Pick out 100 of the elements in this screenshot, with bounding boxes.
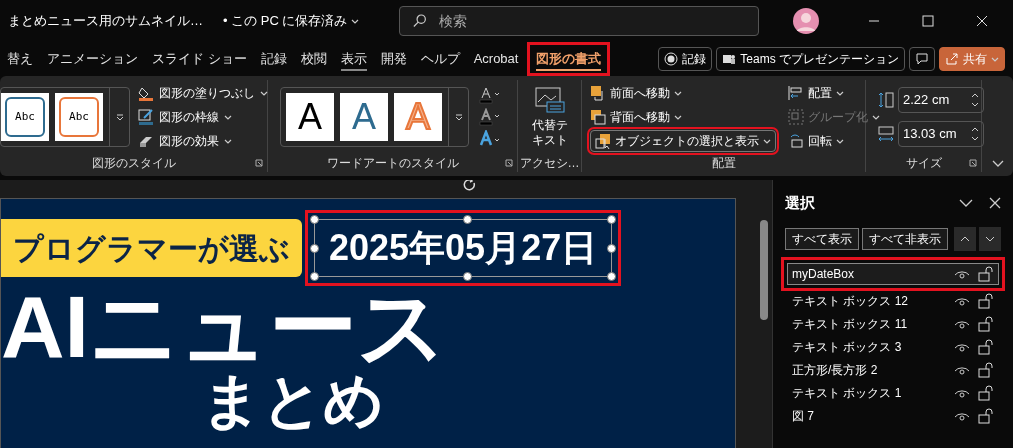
pane-button[interactable]: すべて表示 (785, 227, 859, 250)
selection-item[interactable]: テキスト ボックス 11 (787, 312, 999, 335)
caret-icon (351, 17, 360, 25)
chevron-down-icon[interactable] (959, 198, 973, 209)
arrange-command[interactable]: 背面へ移動 (590, 106, 682, 128)
resize-handle[interactable] (607, 244, 617, 253)
caret-icon (991, 55, 999, 63)
dialog-launcher-icon[interactable] (505, 159, 513, 167)
width-icon (878, 126, 894, 142)
ribbon-tab[interactable]: Acrobat (466, 44, 526, 74)
avatar-icon[interactable] (793, 8, 819, 34)
text-outline-icon[interactable] (477, 108, 501, 126)
arrange-command[interactable]: 前面へ移動 (590, 82, 682, 104)
search-field[interactable]: 検索 (399, 6, 760, 36)
caret-icon (224, 137, 232, 145)
selection-pane-icon (595, 133, 611, 149)
arrange-command[interactable]: 配置 (788, 82, 844, 104)
wordart-swatch[interactable]: A (286, 93, 334, 141)
pane-title: 選択 (785, 193, 816, 213)
selection-item[interactable]: 図 7 (787, 404, 999, 427)
ribbon-tab[interactable]: 記録 (253, 44, 294, 74)
save-status[interactable]: • この PC に保存済み (223, 11, 360, 31)
group-label: 配置 (711, 155, 736, 172)
resize-handle[interactable] (463, 215, 473, 224)
comment-button[interactable] (909, 47, 935, 71)
unlocked-padlock-icon[interactable] (978, 361, 994, 378)
unlocked-padlock-icon[interactable] (978, 292, 994, 309)
collapse-ribbon-icon[interactable] (991, 160, 1004, 168)
ribbon-tab[interactable]: 図形の書式 (529, 44, 609, 74)
text-effects-icon[interactable] (477, 130, 501, 148)
resize-handle[interactable] (463, 272, 473, 281)
arrange-command[interactable]: オブジェクトの選択と表示 (590, 130, 776, 152)
wordart-swatch[interactable]: A (340, 93, 388, 141)
height-icon (878, 92, 894, 108)
pencil-icon (138, 109, 154, 125)
alt-text-icon (534, 86, 565, 114)
resize-handle[interactable] (607, 215, 617, 224)
style-swatch[interactable]: Abc (55, 93, 103, 141)
caret-icon (260, 89, 268, 97)
alt-text-button[interactable]: 代替テキスト (522, 86, 577, 148)
resize-handle[interactable] (310, 244, 319, 253)
caret-icon (224, 113, 232, 121)
tagline: プログラマーが選ぶ (1, 219, 302, 277)
chevron-up-icon (960, 235, 970, 242)
teams-button[interactable]: Teams でプレゼンテーション (716, 47, 905, 71)
caret-icon (836, 89, 844, 97)
rotate-handle-icon[interactable] (463, 180, 478, 192)
unlocked-padlock-icon[interactable] (978, 384, 994, 401)
shape-command[interactable]: 図形の塗りつぶし (138, 84, 268, 102)
share-icon (945, 52, 959, 66)
ribbon-tab[interactable]: 校閲 (293, 44, 334, 74)
text-fill-icon[interactable] (477, 86, 501, 104)
selection-item[interactable]: テキスト ボックス 12 (787, 289, 999, 312)
ribbon-tab[interactable]: スライド ショー (145, 44, 254, 74)
group-icon (788, 109, 804, 125)
width-field[interactable]: 13.03 cm (898, 121, 984, 147)
dialog-launcher-icon[interactable] (255, 159, 263, 167)
ribbon-tab[interactable]: アニメーション (40, 44, 145, 74)
share-button[interactable]: 共有 (939, 47, 1005, 71)
caret-icon (674, 89, 682, 97)
paint-bucket-icon (138, 85, 154, 101)
arrange-command[interactable]: 回転 (788, 130, 844, 152)
unlocked-padlock-icon[interactable] (978, 338, 994, 355)
send-backward-icon (590, 109, 606, 125)
unlocked-padlock-icon[interactable] (978, 407, 994, 424)
caret-icon (872, 113, 880, 121)
shape-command[interactable]: 図形の効果 (138, 132, 268, 150)
scrollbar-thumb[interactable] (760, 220, 768, 320)
record-button[interactable]: 記録 (658, 47, 713, 71)
ribbon-tab[interactable]: ヘルプ (413, 44, 467, 74)
group-label: サイズ (905, 155, 942, 172)
ribbon-tab[interactable]: 替え (0, 44, 40, 74)
document-title: まとめニュース用のサムネイル… (8, 12, 203, 31)
close-icon[interactable] (989, 197, 1001, 210)
resize-handle[interactable] (310, 272, 319, 281)
selection-item[interactable]: 正方形/長方形 2 (787, 358, 999, 381)
resize-handle[interactable] (310, 215, 319, 224)
record-icon (664, 52, 679, 66)
caret-icon (674, 113, 682, 121)
dialog-launcher-icon[interactable] (969, 159, 977, 167)
ribbon-tab[interactable]: 表示 (333, 44, 374, 74)
chevron-down-icon (985, 235, 995, 242)
style-swatch[interactable]: Abc (1, 93, 49, 141)
teams-icon (722, 52, 737, 66)
align-icon (788, 85, 804, 101)
selection-item[interactable]: テキスト ボックス 1 (787, 381, 999, 404)
shape-command[interactable]: 図形の枠線 (138, 108, 268, 126)
search-input[interactable]: 検索 (439, 10, 747, 32)
ribbon-tab[interactable]: 開発 (373, 44, 414, 74)
height-field[interactable]: 2.22 cm (898, 87, 984, 113)
unlocked-padlock-icon[interactable] (978, 315, 994, 332)
resize-handle[interactable] (607, 272, 617, 281)
chevron-down-icon (454, 113, 463, 121)
slide-subtitle: まとめ (201, 371, 385, 431)
bring-forward-icon (590, 85, 606, 101)
pane-button[interactable]: すべて非表示 (862, 227, 948, 250)
caret-icon (836, 137, 844, 145)
selection-item[interactable]: テキスト ボックス 3 (787, 335, 999, 358)
group-label: アクセシ… (519, 155, 580, 172)
unlocked-padlock-icon[interactable] (978, 265, 994, 282)
